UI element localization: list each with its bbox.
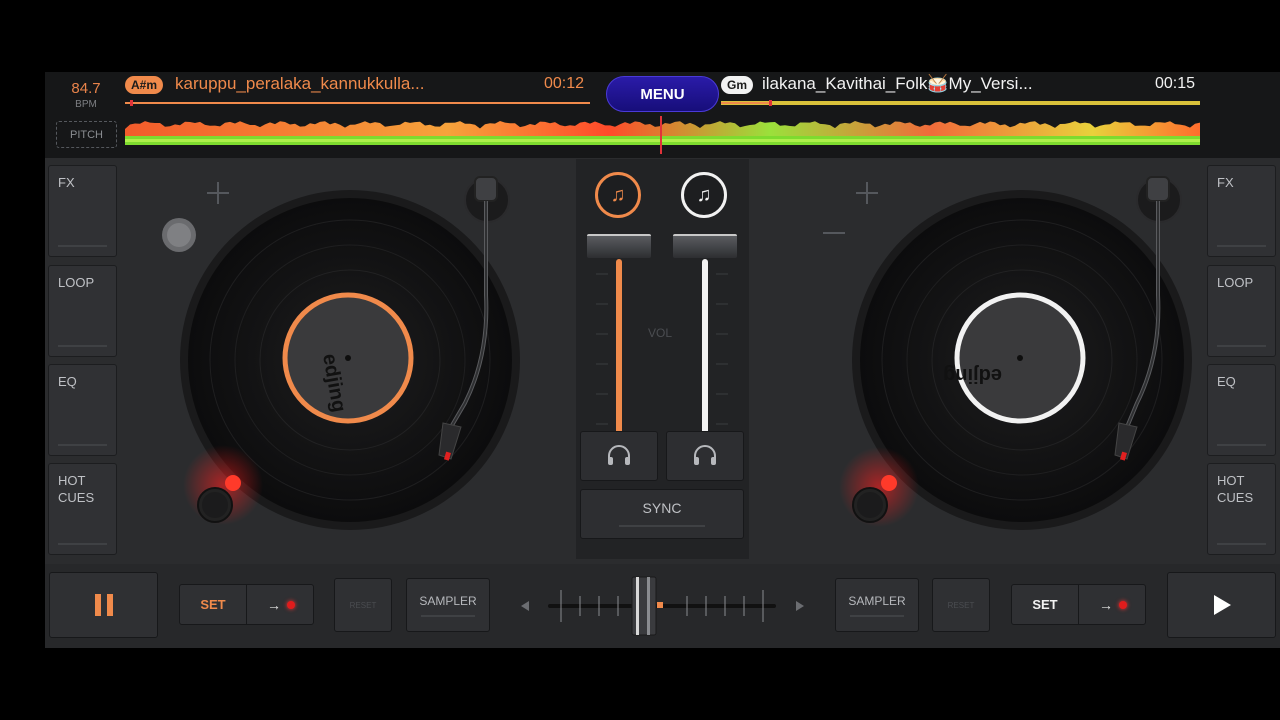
deck-b-key-badge: Gm [721, 76, 754, 94]
crossfader-left-arrow-icon[interactable] [521, 601, 529, 611]
deck-a-cue-jump-button[interactable]: → [248, 585, 314, 624]
top-bar: 84.7 BPM PITCH A#m karuppu_peralaka_kann… [45, 72, 1280, 158]
deck-b-pitch-plus-icon[interactable] [856, 182, 878, 204]
deck-a-fx-button[interactable]: FX [48, 165, 117, 257]
volume-label: VOL [648, 326, 673, 340]
arrow-right-icon: → [267, 596, 281, 613]
arrow-right-icon: → [1099, 596, 1113, 613]
deck-b-set-button[interactable]: SET [1012, 585, 1079, 624]
deck-a-track-overview[interactable] [125, 99, 590, 107]
deck-b-set-group: SET → [1011, 584, 1146, 625]
deck-a-set-button[interactable]: SET [180, 585, 247, 624]
deck-a-key-badge: A#m [125, 76, 164, 94]
deck-a-track-time: 00:12 [544, 75, 585, 92]
bottom-bar: SET → RESET SAMPLER SAMPLER RESET SET → [45, 564, 1280, 648]
dj-app: 84.7 BPM PITCH A#m karuppu_peralaka_kann… [45, 72, 1280, 648]
deck-a-pitch-plus-icon[interactable] [207, 182, 229, 204]
crossfader-handle[interactable] [631, 576, 657, 636]
deck-a-hot-cues-button[interactable]: HOT CUES [48, 463, 117, 555]
deck-a-bpm-value: 84.7 [71, 80, 101, 97]
deck-a-pause-button[interactable] [49, 572, 158, 638]
waveform-display[interactable] [125, 116, 1200, 154]
pause-icon [94, 594, 113, 616]
deck-b-eq-button[interactable]: EQ [1207, 364, 1276, 456]
deck-b-turntable[interactable]: edjing [767, 165, 1197, 545]
deck-a-bpm-panel: 84.7 BPM PITCH [47, 72, 125, 158]
deck-b-headphones-icon [694, 445, 716, 465]
deck-b-volume-scale [716, 273, 728, 425]
deck-b-cue-jump-button[interactable]: → [1080, 585, 1146, 624]
deck-b-track-overview[interactable] [721, 99, 1200, 107]
deck-b-play-button[interactable] [1167, 572, 1276, 638]
deck-a-turntable[interactable]: edjing [145, 165, 575, 545]
deck-b-hot-cues-button[interactable]: HOT CUES [1207, 463, 1276, 555]
crossfader[interactable] [515, 564, 810, 648]
crossfader-right-arrow-icon[interactable] [796, 601, 804, 611]
deck-a-music-note-icon[interactable]: ♫ [595, 172, 641, 218]
deck-a-volume-fader[interactable] [587, 234, 651, 258]
mixer-panel: ♫ ♫ VOL SYNC [576, 159, 749, 559]
sync-button[interactable]: SYNC [580, 489, 744, 539]
deck-a-set-group: SET → [179, 584, 314, 625]
deck-b-reset-button[interactable]: RESET [932, 578, 990, 632]
deck-a-track-title[interactable]: karuppu_peralaka_kannukkulla... [175, 74, 425, 94]
record-dot-icon [287, 600, 295, 609]
deck-b-sampler-button[interactable]: SAMPLER [835, 578, 919, 632]
record-dot-icon [1119, 600, 1127, 609]
deck-b-music-note-icon[interactable]: ♫ [681, 172, 727, 218]
deck-b-cue-light [881, 475, 897, 491]
deck-a-bpm-label: BPM [75, 99, 97, 110]
deck-b-label-logo: edjing [943, 364, 1002, 386]
deck-b-volume-fader[interactable] [673, 234, 737, 258]
menu-button[interactable]: MENU [606, 76, 719, 112]
deck-a-loop-button[interactable]: LOOP [48, 265, 117, 357]
deck-a-volume-scale [596, 273, 608, 425]
deck-a-volume-track[interactable] [616, 259, 622, 435]
deck-a-sampler-button[interactable]: SAMPLER [406, 578, 490, 632]
deck-a-reset-button[interactable]: RESET [334, 578, 392, 632]
deck-b-track-time: 00:15 [1155, 75, 1196, 92]
deck-b-track-title[interactable]: ilakana_Kavithai_Folk🥁My_Versi... [762, 74, 1033, 94]
deck-b-loop-button[interactable]: LOOP [1207, 265, 1276, 357]
play-icon [1213, 595, 1231, 615]
deck-a-headphones-button[interactable] [580, 431, 658, 481]
deck-a-pitch-button[interactable]: PITCH [56, 121, 117, 148]
deck-a-eq-button[interactable]: EQ [48, 364, 117, 456]
deck-a-headphones-icon [608, 445, 630, 465]
deck-b-headphones-button[interactable] [666, 431, 744, 481]
deck-b-volume-track[interactable] [702, 259, 708, 435]
deck-b-fx-button[interactable]: FX [1207, 165, 1276, 257]
deck-a-cue-light [225, 475, 241, 491]
